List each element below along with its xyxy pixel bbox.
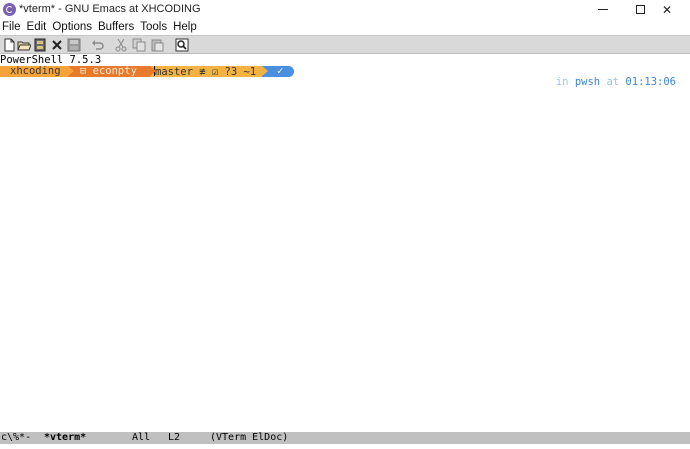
window-title: *vterm* - GNU Emacs at XHCODING	[19, 3, 201, 15]
save-icon[interactable]	[67, 38, 81, 52]
undo-icon[interactable]	[91, 38, 105, 52]
open-directory-icon[interactable]	[33, 38, 47, 52]
shell-prompt: xhcoding ⊟ econpty master ≢ ☑ ?3 ~1 ✓ in…	[0, 66, 690, 88]
menu-bar: File Edit Options Buffers Tools Help	[0, 19, 690, 35]
emacs-icon	[3, 3, 16, 16]
segment-separator	[262, 66, 268, 76]
mode-line[interactable]: c\%*- *vterm* All L2 (VTerm ElDoc)	[0, 432, 690, 444]
copy-icon[interactable]	[132, 38, 146, 52]
tool-bar	[0, 35, 690, 54]
menu-options[interactable]: Options	[49, 21, 95, 33]
search-icon[interactable]	[175, 38, 189, 52]
prompt-git-segment: master ≢ ☑ ?3 ~1	[150, 66, 265, 78]
echo-area	[0, 444, 690, 449]
menu-buffers[interactable]: Buffers	[95, 21, 137, 33]
menu-file[interactable]: File	[0, 21, 24, 33]
modeline-buffer-name[interactable]: *vterm*	[44, 432, 86, 444]
modeline-status: c\%*-	[1, 432, 32, 443]
segment-separator	[68, 66, 74, 76]
prompt-time: 01:13:06	[625, 76, 676, 88]
open-file-icon[interactable]	[17, 38, 31, 52]
paste-icon[interactable]	[150, 38, 164, 52]
new-file-icon[interactable]	[2, 38, 16, 52]
prompt-user-segment: xhcoding	[0, 66, 72, 77]
title-bar: *vterm* - GNU Emacs at XHCODING ✕	[0, 0, 690, 19]
prompt-path-segment: ⊟ econpty	[68, 66, 154, 77]
close-buffer-icon[interactable]	[50, 38, 64, 52]
modeline-position: All	[132, 432, 151, 443]
shell-name: pwsh	[574, 76, 601, 88]
close-button[interactable]: ✕	[644, 0, 690, 19]
close-icon: ✕	[661, 2, 673, 17]
right-prompt: in pwsh at 01:13:06	[555, 76, 676, 88]
modeline-modes[interactable]: (VTerm ElDoc)	[210, 432, 288, 444]
menu-tools[interactable]: Tools	[137, 21, 170, 33]
cut-icon[interactable]	[114, 38, 128, 52]
segment-separator	[150, 66, 156, 76]
menu-help[interactable]: Help	[170, 21, 200, 33]
vterm-buffer[interactable]: PowerShell 7.5.3 xhcoding ⊟ econpty mast…	[0, 54, 690, 432]
minimize-icon	[598, 9, 608, 10]
modeline-line-number: L2	[168, 432, 181, 443]
menu-edit[interactable]: Edit	[24, 21, 50, 33]
